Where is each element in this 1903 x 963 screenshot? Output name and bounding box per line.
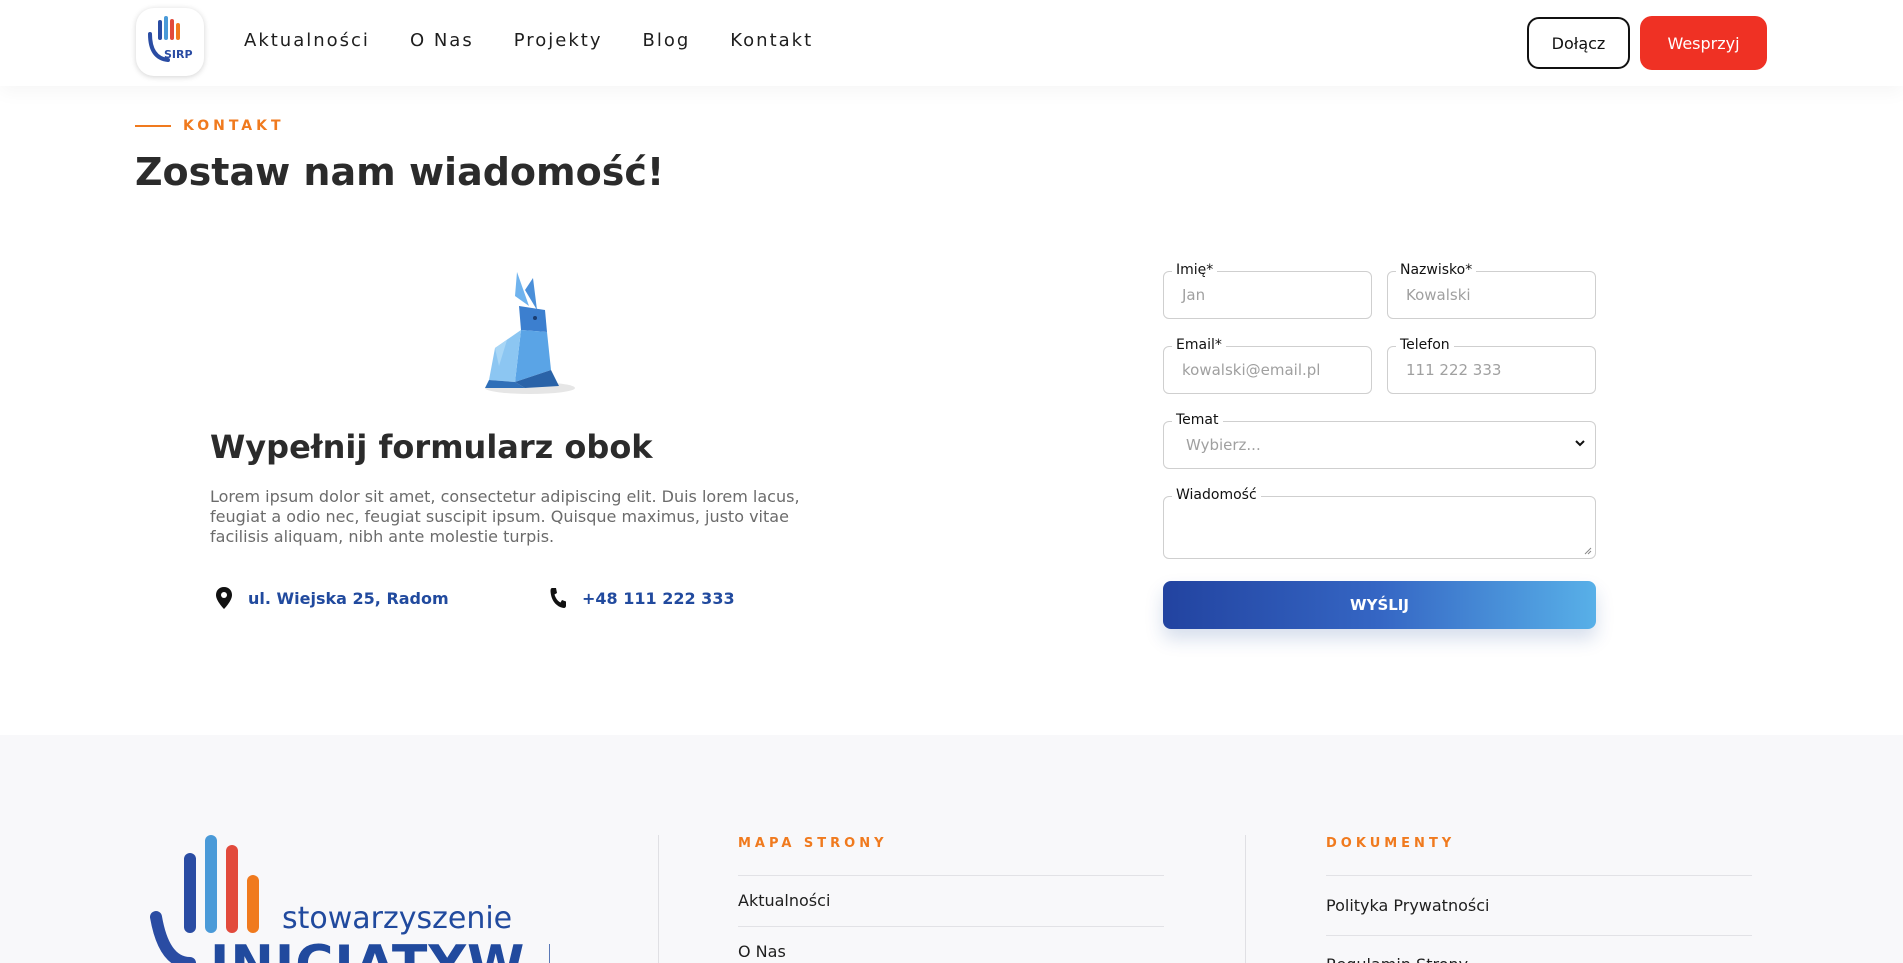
address-text: ul. Wiejska 25, Radom xyxy=(248,588,449,608)
documents-title: DOKUMENTY xyxy=(1326,836,1456,851)
footer-rule xyxy=(738,875,1164,876)
footer-brand-line1: stowarzyszenie xyxy=(282,901,513,936)
sirp-logo-icon: SIRP xyxy=(148,16,193,62)
subject-select[interactable]: Temat Wybierz... xyxy=(1163,412,1596,469)
first-name-label: Imię* xyxy=(1172,262,1218,278)
site-logo[interactable]: SIRP xyxy=(136,8,204,76)
footer-brand-line2: INICJATYW RP xyxy=(210,935,550,963)
email-field[interactable]: Email* kowalski@email.pl xyxy=(1163,337,1372,394)
phone-item: +48 111 222 333 xyxy=(548,586,735,610)
submit-button[interactable]: WYŚLIJ xyxy=(1163,581,1596,629)
main-nav: Aktualności O Nas Projekty Blog Kontakt xyxy=(244,30,813,51)
footer-rule xyxy=(1326,875,1752,876)
site-header: SIRP Aktualności O Nas Projekty Blog Kon… xyxy=(0,0,1903,86)
message-label: Wiadomość xyxy=(1172,487,1261,503)
subject-selected: Wybierz... xyxy=(1186,436,1261,454)
map-pin-icon xyxy=(216,587,232,609)
footer-rule xyxy=(1326,935,1752,936)
nav-item-projekty[interactable]: Projekty xyxy=(514,30,603,51)
nav-item-aktualnosci[interactable]: Aktualności xyxy=(244,30,370,51)
last-name-label: Nazwisko* xyxy=(1396,262,1477,278)
support-button[interactable]: Wesprzyj xyxy=(1640,16,1767,70)
form-heading: Wypełnij formularz obok xyxy=(210,428,653,466)
rabbit-illustration xyxy=(485,272,575,394)
join-button[interactable]: Dołącz xyxy=(1527,17,1630,69)
eyebrow-label: KONTAKT xyxy=(183,118,285,134)
site-footer: stowarzyszenie INICJATYW RP MAPA STRONY … xyxy=(0,735,1903,963)
nav-item-o-nas[interactable]: O Nas xyxy=(410,30,474,51)
footer-link-o-nas[interactable]: O Nas xyxy=(738,942,786,961)
chevron-down-icon xyxy=(1575,440,1585,447)
first-name-placeholder: Jan xyxy=(1182,286,1206,304)
section-eyebrow: KONTAKT xyxy=(135,118,285,134)
footer-link-terms[interactable]: Regulamin Strony xyxy=(1326,955,1468,963)
footer-link-privacy[interactable]: Polityka Prywatności xyxy=(1326,896,1489,915)
message-textarea[interactable]: Wiadomość xyxy=(1163,487,1596,559)
nav-item-blog[interactable]: Blog xyxy=(642,30,690,51)
page-title: Zostaw nam wiadomość! xyxy=(135,150,665,194)
nav-item-kontakt[interactable]: Kontakt xyxy=(730,30,813,51)
phone-icon xyxy=(550,588,566,608)
last-name-placeholder: Kowalski xyxy=(1406,286,1471,304)
subject-label: Temat xyxy=(1172,412,1223,428)
logo-text: SIRP xyxy=(164,48,193,61)
email-label: Email* xyxy=(1172,337,1226,353)
eyebrow-line xyxy=(135,125,171,127)
resize-grip-icon[interactable] xyxy=(1582,545,1592,555)
sitemap-title: MAPA STRONY xyxy=(738,836,888,851)
phone-label: Telefon xyxy=(1396,337,1454,353)
footer-rule xyxy=(738,926,1164,927)
first-name-field[interactable]: Imię* Jan xyxy=(1163,262,1372,319)
footer-logo[interactable]: stowarzyszenie INICJATYW RP xyxy=(150,835,550,963)
address-item: ul. Wiejska 25, Radom xyxy=(214,586,449,610)
email-placeholder: kowalski@email.pl xyxy=(1182,361,1321,379)
phone-field[interactable]: Telefon 111 222 333 xyxy=(1387,337,1596,394)
footer-divider xyxy=(658,835,659,963)
last-name-field[interactable]: Nazwisko* Kowalski xyxy=(1387,262,1596,319)
footer-divider xyxy=(1245,835,1246,963)
intro-text: Lorem ipsum dolor sit amet, consectetur … xyxy=(210,487,800,546)
phone-placeholder: 111 222 333 xyxy=(1406,361,1502,379)
footer-link-aktualnosci[interactable]: Aktualności xyxy=(738,891,830,910)
phone-text[interactable]: +48 111 222 333 xyxy=(582,589,735,608)
